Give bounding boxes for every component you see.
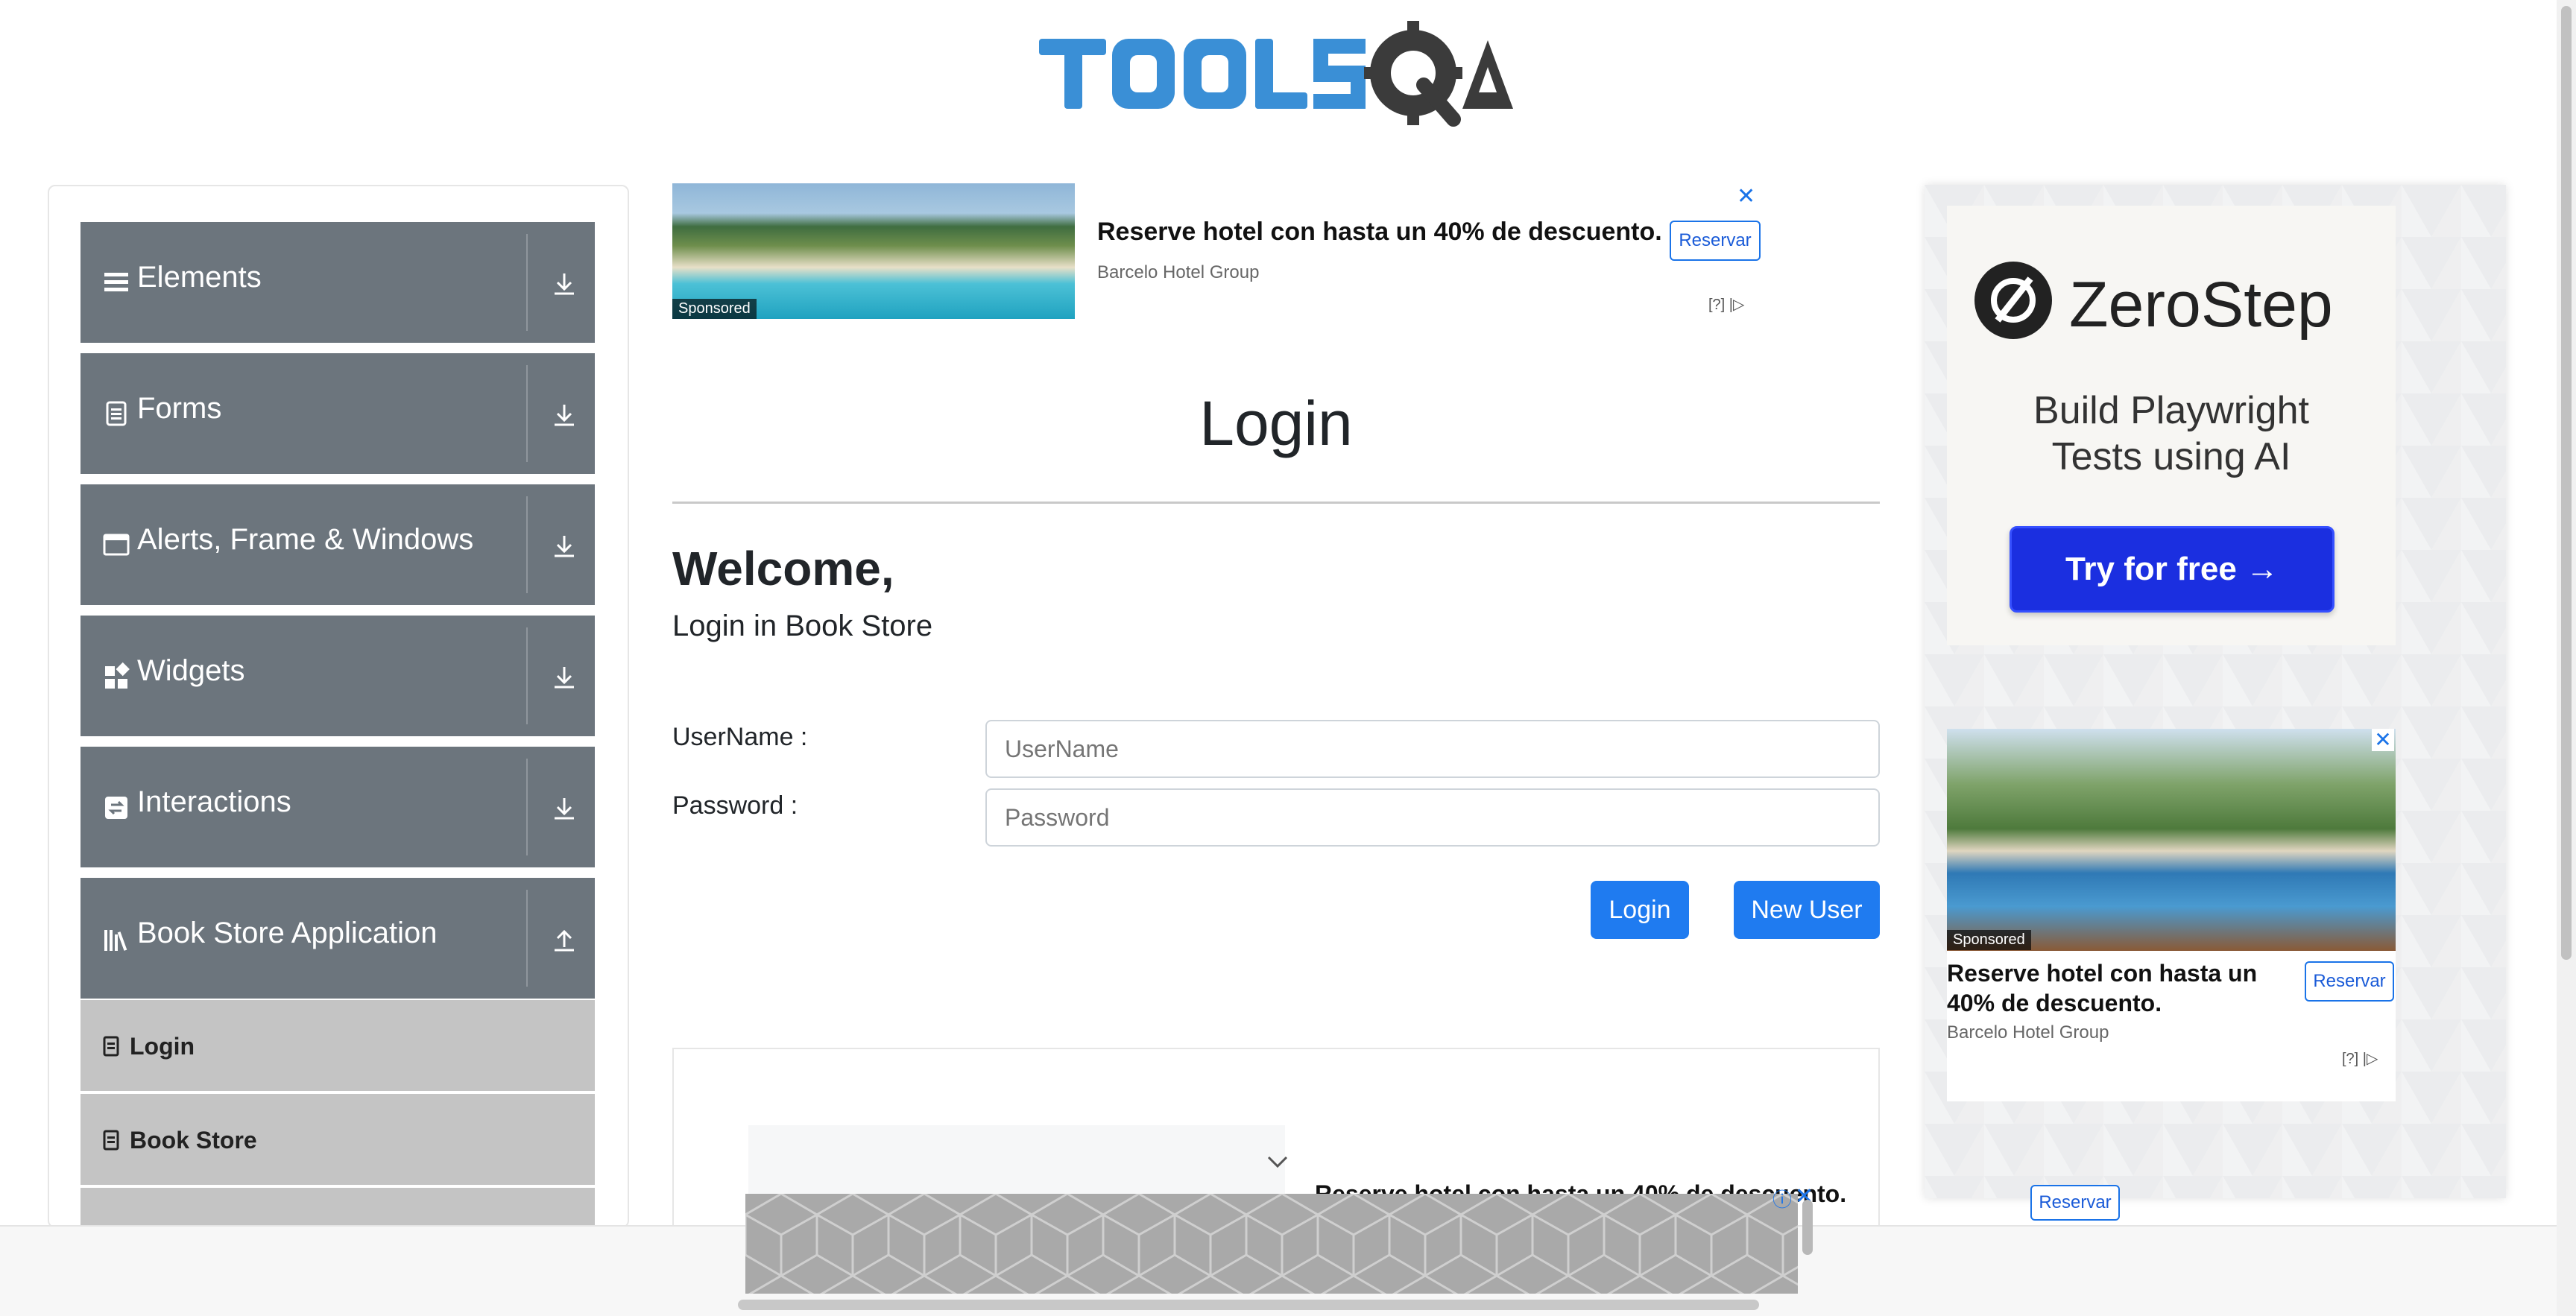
right-ad-column: ZeroStep Build Playwright Tests using AI… bbox=[1925, 185, 2506, 1198]
right-hotel-ad[interactable]: Sponsored ✕ Reserve hotel con hasta un 4… bbox=[1947, 729, 2396, 1101]
sidebar-group-alerts[interactable]: Alerts, Frame & Windows bbox=[80, 484, 595, 605]
password-input[interactable] bbox=[985, 788, 1880, 847]
download-arrow-icon bbox=[555, 536, 574, 557]
ad-image[interactable] bbox=[1947, 729, 2396, 951]
download-arrow-icon bbox=[555, 667, 574, 689]
close-icon[interactable]: ✕ bbox=[1737, 183, 1755, 209]
adchoices-icon[interactable]: [?] |▷ bbox=[2342, 1049, 2378, 1068]
sidebar-group-forms[interactable]: Forms bbox=[80, 353, 595, 474]
sidebar-group-elements[interactable]: Elements bbox=[80, 222, 595, 343]
adchoices-icon[interactable]: [?] |▷ bbox=[1708, 295, 1744, 314]
cube-pattern bbox=[745, 1194, 1798, 1294]
download-arrow-icon bbox=[555, 405, 574, 426]
try-for-free-button[interactable]: Try for free → bbox=[2010, 526, 2334, 613]
top-ad-banner[interactable]: Sponsored Reserve hotel con hasta un 40%… bbox=[672, 183, 1761, 319]
tagline-line: Build Playwright bbox=[2033, 389, 2309, 432]
zerostep-logo-icon bbox=[1974, 262, 2052, 339]
zerostep-tagline: Build Playwright Tests using AI bbox=[1947, 387, 2396, 480]
sidebar-item-label: Book Store bbox=[130, 1127, 257, 1154]
ad-reservar-button[interactable]: Reservar bbox=[1670, 221, 1761, 261]
divider bbox=[526, 234, 528, 331]
upload-arrow-icon bbox=[555, 929, 574, 952]
page-scrollbar[interactable] bbox=[2557, 0, 2576, 1316]
download-arrow-icon bbox=[555, 798, 574, 820]
sidebar-group-interactions[interactable]: Interactions bbox=[80, 747, 595, 867]
ad-scrollbar-vertical[interactable] bbox=[1802, 1200, 1813, 1255]
sidebar-item-partial[interactable] bbox=[80, 1186, 595, 1227]
bottom-ad[interactable] bbox=[745, 1194, 1798, 1294]
toolsqa-logo[interactable] bbox=[1036, 21, 1521, 140]
username-label: UserName : bbox=[672, 723, 808, 751]
document-icon bbox=[106, 401, 127, 426]
sidebar-group-label: Elements bbox=[137, 261, 262, 294]
ad-reservar-button[interactable]: Reservar bbox=[2305, 961, 2394, 1002]
login-button[interactable]: Login bbox=[1591, 881, 1689, 939]
close-icon[interactable]: ✕ bbox=[2372, 729, 2394, 751]
divider bbox=[526, 759, 528, 855]
username-input[interactable] bbox=[985, 720, 1880, 778]
sidebar-group-label: Forms bbox=[137, 392, 222, 425]
sidebar-group-book-store-application[interactable]: Book Store Application bbox=[80, 878, 595, 999]
sidebar-group-label: Alerts, Frame & Windows bbox=[137, 523, 474, 556]
ad-image[interactable] bbox=[748, 1125, 1285, 1200]
page-title: Login bbox=[1199, 388, 1353, 458]
sponsored-label: Sponsored bbox=[672, 299, 757, 319]
sidebar-item-label: Login bbox=[130, 1033, 195, 1060]
ad-advertiser: Barcelo Hotel Group bbox=[1947, 1022, 2109, 1043]
chevron-down-icon[interactable] bbox=[1266, 1154, 1289, 1171]
info-icon[interactable]: ⓘ bbox=[1772, 1185, 1792, 1212]
tagline-line: Tests using AI bbox=[2051, 435, 2291, 478]
widgets-icon bbox=[105, 662, 130, 689]
ad-advertiser: Barcelo Hotel Group bbox=[1097, 262, 1260, 282]
scrollbar-thumb[interactable] bbox=[2561, 6, 2572, 960]
download-arrow-icon bbox=[555, 273, 574, 295]
sidebar-group-widgets[interactable]: Widgets bbox=[80, 616, 595, 736]
sidebar-item-book-store[interactable]: Book Store bbox=[80, 1092, 595, 1185]
zerostep-ad[interactable]: ZeroStep Build Playwright Tests using AI… bbox=[1947, 206, 2396, 645]
zerostep-brand: ZeroStep bbox=[2069, 269, 2333, 341]
lower-ad-reservar-button[interactable]: Reservar bbox=[2030, 1185, 2120, 1221]
ad-image[interactable]: Sponsored bbox=[672, 183, 1075, 319]
interactions-icon bbox=[105, 797, 127, 819]
sidebar: Elements Forms Alerts, Frame & Windows W… bbox=[48, 185, 629, 1228]
ad-info-label: [?] bbox=[1708, 297, 1726, 313]
divider bbox=[526, 890, 528, 987]
sponsored-label: Sponsored bbox=[1947, 930, 2031, 950]
ad-title[interactable]: Reserve hotel con hasta un 40% de descue… bbox=[1097, 218, 1662, 247]
sidebar-group-label: Widgets bbox=[137, 654, 245, 687]
login-subtitle: Login in Book Store bbox=[672, 610, 933, 642]
divider bbox=[672, 502, 1880, 504]
sidebar-item-login[interactable]: Login bbox=[80, 999, 595, 1091]
sidebar-group-label: Interactions bbox=[137, 785, 291, 818]
sidebar-group-label: Book Store Application bbox=[137, 917, 438, 949]
divider bbox=[526, 496, 528, 593]
new-user-button[interactable]: New User bbox=[1734, 881, 1880, 939]
toolsqa-logo-graphic bbox=[1039, 21, 1513, 127]
divider bbox=[526, 627, 528, 724]
password-label: Password : bbox=[672, 791, 798, 820]
library-icon bbox=[104, 930, 127, 951]
window-icon bbox=[103, 534, 130, 556]
book-icon bbox=[103, 1130, 119, 1151]
welcome-heading: Welcome, bbox=[672, 542, 894, 595]
ad-title[interactable]: Reserve hotel con hasta un 40% de descue… bbox=[1947, 958, 2282, 1018]
divider bbox=[526, 365, 528, 462]
ad-info-label: [?] bbox=[2342, 1051, 2359, 1067]
book-icon bbox=[103, 1036, 119, 1057]
ad-scrollbar-horizontal[interactable] bbox=[738, 1300, 1759, 1310]
menu-icon bbox=[104, 273, 128, 291]
